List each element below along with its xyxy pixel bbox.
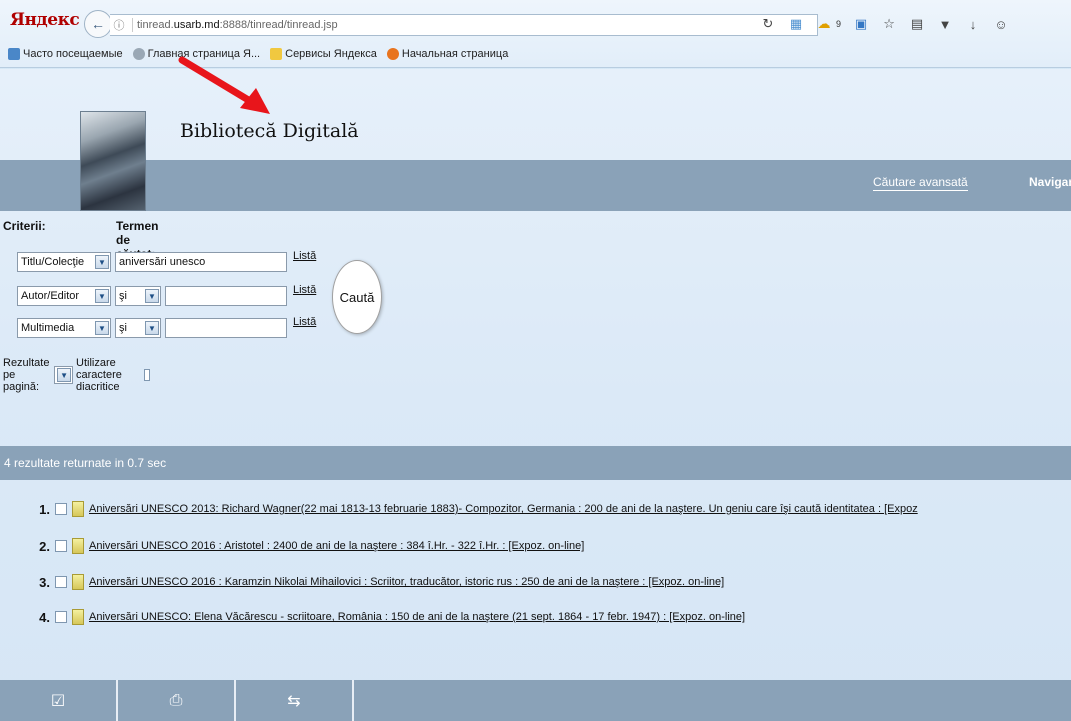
address-bar[interactable]: ⓘ tinread.usarb.md:8888/tinread/tinread.…	[110, 14, 818, 36]
result-checkbox[interactable]	[55, 540, 67, 552]
emoji-icon[interactable]: ☺	[993, 16, 1009, 32]
document-icon	[72, 538, 84, 554]
chevron-down-icon: ▼	[95, 321, 109, 335]
document-icon	[72, 574, 84, 590]
per-page-label: Rezultate pe pagină:	[3, 357, 50, 393]
result-item: 2. Aniversări UNESCO 2016 : Aristotel : …	[39, 538, 585, 554]
export-button[interactable]: ⇆	[236, 680, 354, 721]
library-photo	[80, 111, 146, 211]
weather-icon[interactable]: ☁	[816, 16, 832, 32]
criterion-select-1[interactable]: Titlu/Colecţie ▼	[17, 252, 111, 272]
reading-list-icon[interactable]: ▤	[909, 16, 925, 32]
document-icon	[72, 609, 84, 625]
search-term-field-2[interactable]	[165, 286, 287, 306]
bookmark-item[interactable]: Часто посещаемые	[8, 48, 123, 60]
criteria-label: Criterii:	[3, 219, 46, 233]
printer-icon: ⎙	[169, 691, 183, 709]
list-link-1[interactable]: Listă	[293, 250, 316, 262]
result-link[interactable]: Aniversări UNESCO: Elena Văcărescu - scr…	[89, 611, 745, 623]
download-icon[interactable]: ↓	[965, 16, 981, 32]
chevron-down-icon: ▼	[95, 289, 109, 303]
chevron-down-icon: ▼	[95, 255, 109, 269]
toolbar-icons: ↻ ▦ ☁ 9 ▣ ☆ ▤ ▼ ↓ ☺	[760, 10, 1009, 38]
page-title: Bibliotecă Digitală	[180, 120, 359, 142]
result-link[interactable]: Aniversări UNESCO 2016 : Aristotel : 240…	[89, 540, 584, 552]
checkbox-cursor-icon: ☑	[50, 692, 66, 710]
folder-icon	[270, 48, 283, 60]
back-arrow-icon: ←	[91, 16, 105, 32]
bookmarks-bar: Часто посещаемые Главная страница Я... С…	[8, 46, 514, 62]
select-all-button[interactable]: ☑	[0, 680, 118, 721]
chevron-down-icon: ▼	[145, 321, 159, 335]
criterion-select-3[interactable]: Multimedia ▼	[17, 318, 111, 338]
bookmark-item[interactable]: Начальная страница	[386, 48, 508, 60]
results-summary-bar: 4 rezultate returnate in 0.7 sec	[0, 446, 1071, 480]
bookmark-item[interactable]: Сервисы Яндекса	[270, 48, 377, 60]
extension-icon[interactable]: ▦	[788, 16, 804, 32]
result-checkbox[interactable]	[55, 576, 67, 588]
search-term-field-3[interactable]	[165, 318, 287, 338]
criterion-select-2[interactable]: Autor/Editor ▼	[17, 286, 111, 306]
diacritics-checkbox[interactable]	[143, 369, 151, 381]
list-link-2[interactable]: Listă	[293, 284, 316, 296]
result-item: 4. Aniversări UNESCO: Elena Văcărescu - …	[39, 609, 746, 625]
document-icon	[72, 501, 84, 517]
bookmark-manager-icon[interactable]: ▣	[853, 16, 869, 32]
search-term-field-1[interactable]: aniversări unesco	[115, 252, 287, 272]
firefox-icon	[386, 48, 399, 60]
navigation-link[interactable]: Navigar	[1029, 175, 1071, 189]
bookmark-item[interactable]: Главная страница Я...	[132, 48, 260, 60]
info-icon[interactable]: ⓘ	[110, 17, 128, 33]
yandex-logo[interactable]: Яндекс	[10, 10, 80, 30]
star-icon[interactable]: ☆	[881, 16, 897, 32]
print-button[interactable]: ⎙	[118, 680, 236, 721]
result-item: 1. Aniversări UNESCO 2013: Richard Wagne…	[39, 501, 918, 517]
bookmark-icon	[8, 48, 20, 60]
reload-icon[interactable]: ↻	[760, 16, 776, 32]
search-button[interactable]: Caută	[332, 260, 382, 334]
transfer-arrows-icon: ⇆	[287, 692, 301, 710]
back-button[interactable]: ←	[84, 10, 112, 38]
result-checkbox[interactable]	[55, 611, 67, 623]
browser-toolbar: Яндекс ← ⓘ tinread.usarb.md:8888/tinread…	[0, 0, 1071, 68]
result-item: 3. Aniversări UNESCO 2016 : Karamzin Nik…	[39, 574, 725, 590]
results-summary: 4 rezultate returnate in 0.7 sec	[4, 456, 167, 470]
results-per-page: Rezultate pe pagină: 10 ▼ Utilizare cara…	[3, 357, 151, 393]
pocket-icon[interactable]: ▼	[937, 16, 953, 32]
advanced-search-link[interactable]: Căutare avansată	[873, 175, 968, 191]
result-link[interactable]: Aniversări UNESCO 2013: Richard Wagner(2…	[89, 503, 918, 515]
per-page-select[interactable]: 10 ▼	[54, 366, 74, 384]
url-text: tinread.usarb.md:8888/tinread/tinread.js…	[137, 19, 338, 31]
chevron-down-icon: ▼	[145, 289, 159, 303]
result-checkbox[interactable]	[55, 503, 67, 515]
results-toolbar: ☑ ⎙ ⇆	[0, 680, 1071, 721]
diacritics-label: Utilizare caractere diacritice	[76, 357, 122, 393]
weather-badge: 9	[836, 19, 842, 29]
operator-select-2[interactable]: şi ▼	[115, 286, 161, 306]
result-link[interactable]: Aniversări UNESCO 2016 : Karamzin Nikola…	[89, 576, 724, 588]
chevron-down-icon: ▼	[57, 368, 72, 382]
list-link-3[interactable]: Listă	[293, 316, 316, 328]
operator-select-3[interactable]: şi ▼	[115, 318, 161, 338]
globe-icon	[132, 48, 145, 60]
